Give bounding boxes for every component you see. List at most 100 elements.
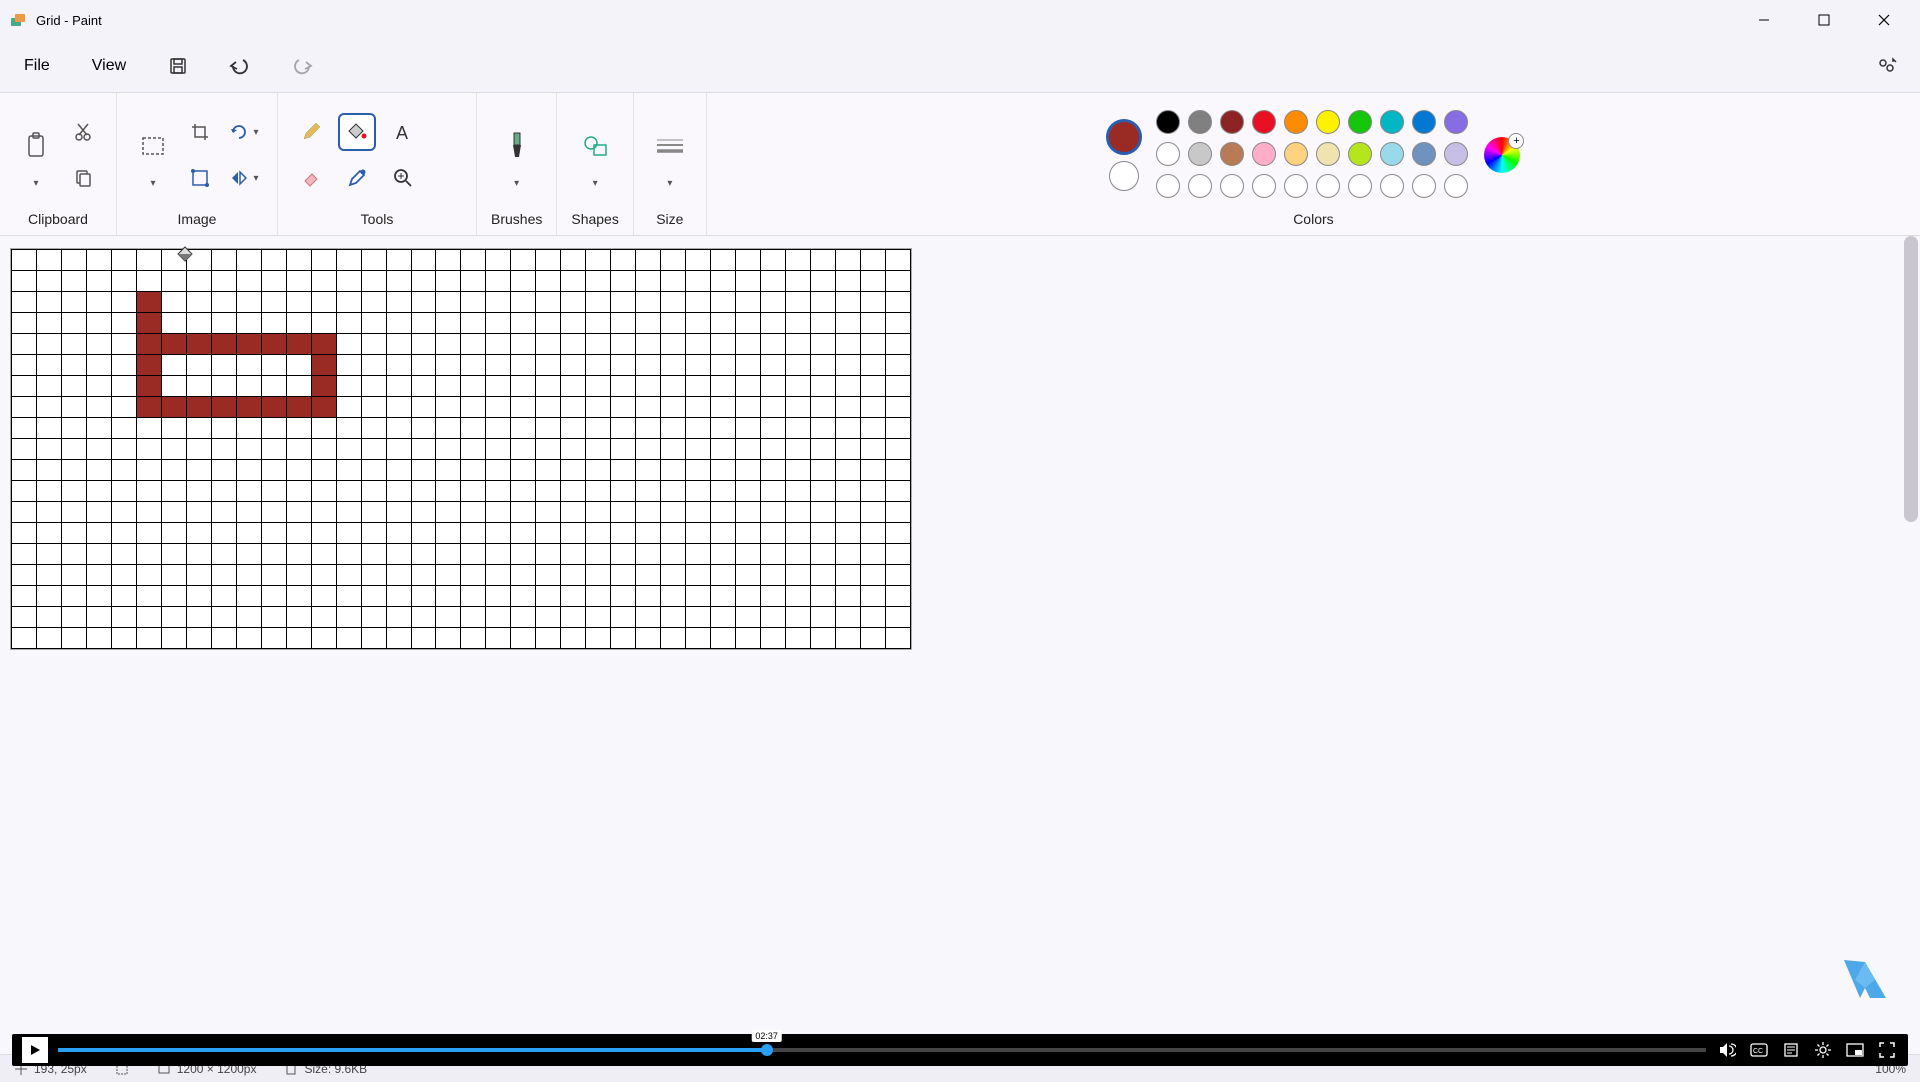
group-clipboard: ▾ Clipboard [0, 93, 117, 235]
window-controls [1746, 2, 1910, 38]
text-tool[interactable]: A [384, 113, 422, 151]
chevron-down-icon: ▾ [253, 127, 258, 138]
tools-label: Tools [361, 211, 394, 227]
menubar: File View [0, 40, 1920, 92]
magnifier-tool[interactable] [384, 159, 422, 197]
chevron-down-icon[interactable]: ▾ [667, 178, 672, 189]
palette-color[interactable] [1412, 142, 1436, 166]
palette-color[interactable] [1348, 174, 1372, 198]
palette-color[interactable] [1380, 110, 1404, 134]
palette-color[interactable] [1220, 110, 1244, 134]
group-colors: + Colors [707, 93, 1920, 235]
progress-bar[interactable]: 02:37 [58, 1048, 1706, 1052]
color-palette [1156, 110, 1470, 200]
svg-text:CC: CC [1753, 1048, 1763, 1055]
palette-color[interactable] [1156, 142, 1180, 166]
ribbon: ▾ Clipboard ▾ ▾ ▾ Image [0, 92, 1920, 236]
chevron-down-icon[interactable]: ▾ [150, 178, 155, 189]
copy-button[interactable] [64, 159, 102, 197]
play-button[interactable] [22, 1037, 48, 1063]
close-button[interactable] [1866, 2, 1902, 38]
edit-colors-button[interactable]: + [1484, 137, 1520, 173]
palette-color[interactable] [1188, 174, 1212, 198]
chevron-down-icon[interactable]: ▾ [33, 178, 38, 189]
captions-button[interactable]: CC [1748, 1039, 1770, 1061]
palette-color[interactable] [1156, 174, 1180, 198]
crop-button[interactable] [181, 113, 219, 151]
volume-button[interactable] [1716, 1039, 1738, 1061]
canvas-area [0, 236, 1920, 1054]
palette-color[interactable] [1348, 110, 1372, 134]
palette-color[interactable] [1316, 110, 1340, 134]
palette-color[interactable] [1316, 174, 1340, 198]
svg-text:A: A [396, 123, 408, 143]
resize-button[interactable] [181, 159, 219, 197]
redo-button [286, 50, 318, 82]
paste-button[interactable] [14, 122, 58, 170]
palette-color[interactable] [1284, 110, 1308, 134]
canvas[interactable] [10, 248, 912, 650]
group-brushes: ▾ Brushes [477, 93, 557, 235]
menu-file[interactable]: File [18, 51, 56, 81]
palette-color[interactable] [1252, 110, 1276, 134]
select-button[interactable] [131, 122, 175, 170]
palette-color[interactable] [1252, 174, 1276, 198]
save-button[interactable] [162, 50, 194, 82]
minimize-button[interactable] [1746, 2, 1782, 38]
palette-color[interactable] [1412, 110, 1436, 134]
group-tools: A Tools [278, 93, 477, 235]
transcript-button[interactable] [1780, 1039, 1802, 1061]
palette-color[interactable] [1412, 174, 1436, 198]
chevron-down-icon[interactable]: ▾ [514, 178, 519, 189]
size-label: Size [656, 211, 683, 227]
settings-button[interactable] [1812, 1039, 1834, 1061]
vertical-scrollbar[interactable] [1904, 236, 1918, 522]
palette-color[interactable] [1380, 174, 1404, 198]
window-title: Grid - Paint [36, 13, 102, 28]
colors-label: Colors [1293, 211, 1333, 227]
picker-tool[interactable] [338, 159, 376, 197]
maximize-button[interactable] [1806, 2, 1842, 38]
palette-color[interactable] [1156, 110, 1180, 134]
fill-tool[interactable] [338, 113, 376, 151]
eraser-tool[interactable] [292, 159, 330, 197]
share-button[interactable] [1870, 50, 1902, 82]
undo-button[interactable] [224, 50, 256, 82]
cut-button[interactable] [64, 113, 102, 151]
fullscreen-button[interactable] [1876, 1039, 1898, 1061]
chevron-down-icon[interactable]: ▾ [593, 178, 598, 189]
chevron-down-icon: ▾ [253, 173, 258, 184]
image-label: Image [178, 211, 217, 227]
palette-color[interactable] [1444, 142, 1468, 166]
palette-color[interactable] [1316, 142, 1340, 166]
palette-color[interactable] [1220, 142, 1244, 166]
size-button[interactable] [648, 122, 692, 170]
brush-button[interactable] [495, 122, 539, 170]
palette-color[interactable] [1188, 110, 1212, 134]
color2-swatch[interactable] [1109, 161, 1139, 191]
palette-color[interactable] [1252, 142, 1276, 166]
palette-color[interactable] [1188, 142, 1212, 166]
pencil-tool[interactable] [292, 113, 330, 151]
color1-swatch[interactable] [1106, 119, 1142, 155]
menu-view[interactable]: View [86, 51, 132, 81]
group-size: ▾ Size [634, 93, 707, 235]
palette-color[interactable] [1284, 142, 1308, 166]
clipboard-label: Clipboard [28, 211, 88, 227]
titlebar: Grid - Paint [0, 0, 1920, 40]
palette-color[interactable] [1444, 174, 1468, 198]
group-image: ▾ ▾ ▾ Image [117, 93, 278, 235]
palette-color[interactable] [1348, 142, 1372, 166]
palette-color[interactable] [1380, 142, 1404, 166]
palette-color[interactable] [1444, 110, 1468, 134]
palette-color[interactable] [1284, 174, 1308, 198]
watermark-icon [1840, 960, 1890, 1002]
palette-color[interactable] [1220, 174, 1244, 198]
pip-button[interactable] [1844, 1039, 1866, 1061]
group-shapes: ▾ Shapes [557, 93, 633, 235]
plus-icon: + [1508, 133, 1524, 149]
video-player: 02:37 CC [12, 1034, 1908, 1066]
rotate-button[interactable]: ▾ [225, 113, 263, 151]
shapes-button[interactable] [573, 122, 617, 170]
flip-button[interactable]: ▾ [225, 159, 263, 197]
